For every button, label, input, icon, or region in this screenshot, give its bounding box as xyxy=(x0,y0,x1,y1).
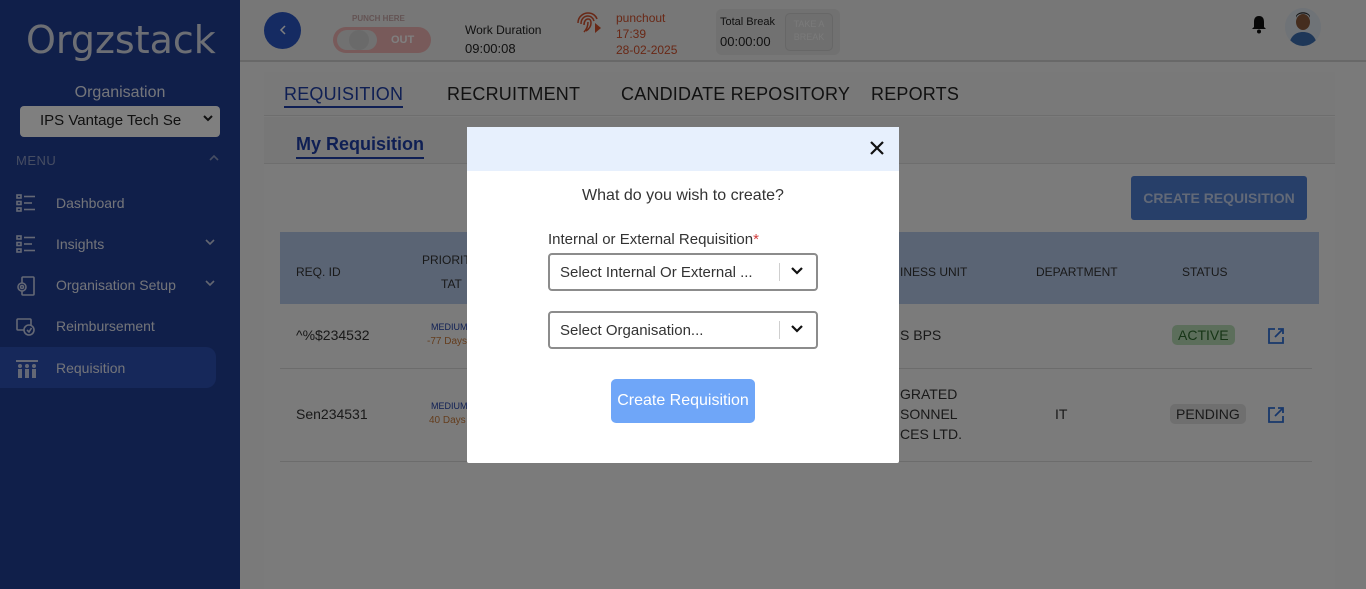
select-separator xyxy=(779,321,780,339)
modal-question: What do you wish to create? xyxy=(582,187,784,204)
organisation-placeholder: Select Organisation... xyxy=(560,322,704,339)
close-icon[interactable] xyxy=(868,139,886,160)
modal-header xyxy=(467,127,899,171)
requisition-type-select[interactable]: Select Internal Or External ... xyxy=(548,253,818,291)
create-requisition-submit-button[interactable]: Create Requisition xyxy=(611,379,755,423)
requisition-type-placeholder: Select Internal Or External ... xyxy=(560,264,753,281)
chevron-down-icon[interactable] xyxy=(790,322,804,341)
select-separator xyxy=(779,263,780,281)
required-marker: * xyxy=(753,231,759,248)
requisition-type-label-text: Internal or External Requisition xyxy=(548,231,754,248)
chevron-down-icon[interactable] xyxy=(790,264,804,283)
requisition-type-label: Internal or External Requisition* xyxy=(548,231,759,248)
create-requisition-modal: What do you wish to create? Internal or … xyxy=(467,127,899,463)
organisation-select-modal[interactable]: Select Organisation... xyxy=(548,311,818,349)
